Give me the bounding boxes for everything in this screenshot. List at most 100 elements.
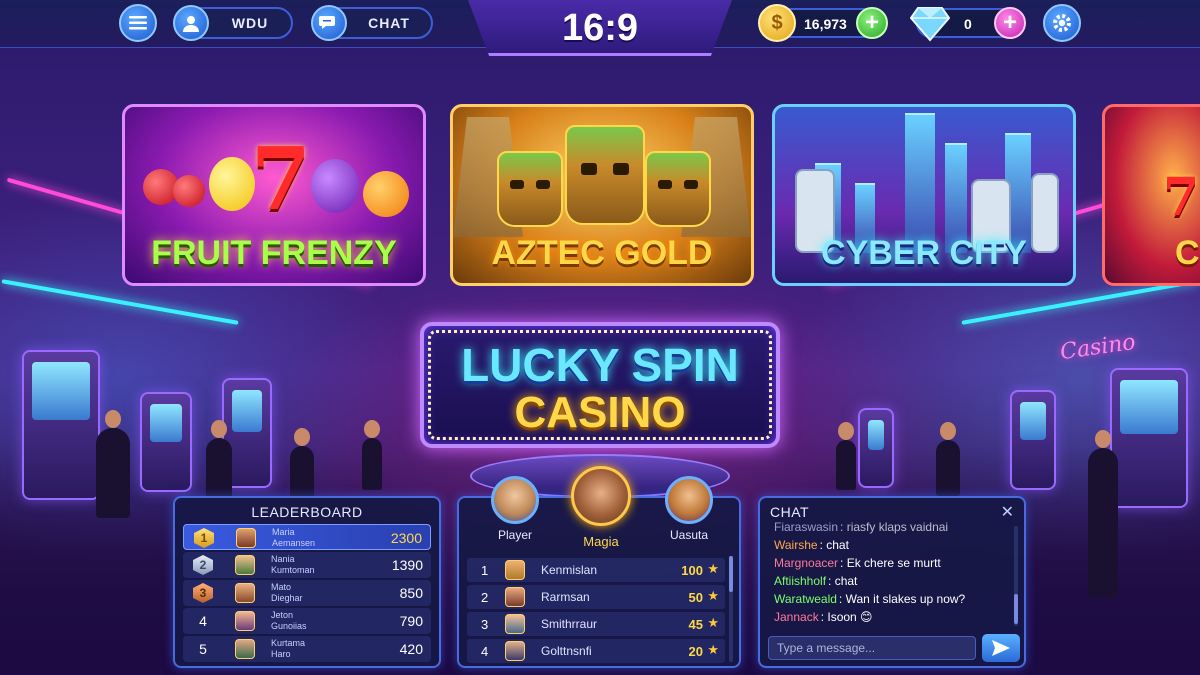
add-gems-button[interactable]: +: [994, 7, 1026, 39]
game-card-fruit-frenzy[interactable]: 7 FRUIT FRENZY: [122, 104, 426, 286]
ranking-row[interactable]: 3 Smithrraur 45 ★: [467, 612, 725, 636]
leaderboard-row[interactable]: 5 Kurtama Haro 420: [183, 636, 431, 662]
player-score: 2300: [390, 530, 422, 546]
logo-line-1: LUCKY SPIN: [461, 339, 739, 391]
leaderboard-row[interactable]: 4 Jeton Gunoiias 790: [183, 608, 431, 634]
scrollbar-thumb[interactable]: [729, 556, 733, 592]
menu-icon: [129, 16, 147, 30]
game-card-partial[interactable]: 7 CI: [1102, 104, 1200, 286]
player-score: 50: [688, 590, 703, 605]
leaderboard-row[interactable]: 2 Nania Kumtoman 1390: [183, 552, 431, 578]
avatar: [505, 587, 525, 607]
player-name: Kenmislan: [541, 563, 598, 577]
player-score: 20: [688, 644, 703, 659]
close-icon[interactable]: ✕: [1001, 502, 1014, 522]
ranking-row[interactable]: 2 Rarmsan 50 ★: [467, 585, 725, 609]
tribal-mask-icon: [565, 125, 645, 225]
player-name: Nania Kumtoman: [271, 554, 315, 575]
rank-number: 3: [481, 617, 489, 632]
chat-username: Waratweald: [774, 592, 837, 606]
rank-number: 5: [199, 641, 207, 657]
player-name: Mato Dieghar: [271, 582, 303, 603]
chat-text: : chat: [828, 574, 858, 588]
profile-button[interactable]: WDU: [173, 5, 293, 41]
player-name: Kurtama Haro: [271, 638, 306, 659]
neon-strip: [961, 279, 1199, 325]
chat-username: Fiaraswasin: [774, 520, 839, 534]
aspect-ratio-banner: 16:9: [468, 0, 732, 56]
rank-number: 1: [481, 563, 489, 578]
scrollbar-thumb[interactable]: [1014, 594, 1018, 624]
orange-icon: [363, 171, 409, 217]
player-name: Magia: [583, 534, 619, 549]
slot-machine: [1010, 390, 1056, 490]
chat-username: Jannack: [774, 610, 819, 624]
star-icon: ★: [707, 642, 719, 657]
avatar[interactable]: [571, 466, 631, 526]
casino-patron: [96, 410, 130, 518]
add-coins-button[interactable]: +: [856, 7, 888, 39]
avatar: [505, 614, 525, 634]
chat-button-label: CHAT: [368, 15, 410, 31]
ranking-row[interactable]: 1 Kenmislan 100 ★: [467, 558, 725, 582]
player-name: Smithrraur: [541, 617, 598, 631]
avatar: [235, 583, 255, 603]
game-title: AZTEC GOLD: [491, 234, 713, 272]
chat-message: Aftiishholf: chat: [774, 574, 857, 588]
send-button[interactable]: [982, 634, 1020, 662]
casino-patron: [362, 420, 382, 490]
player-score: 45: [688, 617, 703, 632]
avatar[interactable]: [491, 476, 539, 524]
leaderboard-row[interactable]: 1 Maria Aemansen 2300: [183, 524, 431, 550]
user-icon: [173, 5, 209, 41]
chat-button[interactable]: CHAT: [311, 5, 433, 41]
chat-text: : Wan it slakes up now?: [838, 592, 966, 606]
casino-patron: [206, 420, 232, 498]
lucky-seven-icon: 7: [251, 129, 311, 230]
chat-message-input[interactable]: [768, 636, 976, 660]
game-card-cyber-city[interactable]: CYBER CITY: [772, 104, 1076, 286]
star-icon: ★: [707, 561, 719, 576]
game-card-aztec-gold[interactable]: AZTEC GOLD: [450, 104, 754, 286]
avatar[interactable]: [665, 476, 713, 524]
avatar: [235, 555, 255, 575]
gem-amount: 0: [964, 16, 972, 32]
chat-username: Wairshe: [774, 538, 818, 552]
casino-patron: [290, 428, 314, 500]
chat-text: : Ek chere se murtt: [840, 556, 941, 570]
leaderboard-row[interactable]: 3 Mato Dieghar 850: [183, 580, 431, 606]
neon-strip: [1, 279, 239, 325]
silver-medal-icon: 2: [193, 555, 213, 575]
chat-bubble-icon: [311, 5, 347, 41]
scrollbar[interactable]: [729, 556, 733, 662]
casino-patron: [836, 422, 856, 490]
players-panel: Player Magia Uasuta 1 Kenmislan 100 ★ 2 …: [457, 466, 741, 668]
game-title: CYBER CITY: [821, 234, 1027, 272]
chat-message: Fiaraswasin: riasfy klaps vaidnai: [774, 520, 948, 534]
gem-balance: 0 +: [910, 7, 1026, 42]
aspect-ratio-label: 16:9: [561, 6, 639, 49]
chat-text: : Isoon 😊: [820, 610, 873, 624]
rank-number: 4: [199, 613, 207, 629]
tribal-mask-icon: [497, 151, 563, 227]
cherry-icon: [173, 175, 205, 207]
chat-username: Margnoacer: [774, 556, 839, 570]
player-score: 100: [681, 563, 703, 578]
slot-machine: [1110, 368, 1188, 508]
settings-button[interactable]: [1043, 4, 1081, 42]
ranking-row[interactable]: 4 Golttnsnfi 20 ★: [467, 639, 725, 663]
player-name: Uasuta: [669, 528, 709, 542]
diamond-icon: [910, 7, 950, 42]
logo-line-2: CASINO: [514, 388, 686, 437]
casino-patron: [936, 422, 960, 496]
coin-balance: $ 16,973 +: [758, 4, 888, 42]
avatar: [505, 560, 525, 580]
menu-button[interactable]: [119, 4, 157, 42]
rank-number: 2: [481, 590, 489, 605]
lucky-seven-icon: 7: [1163, 167, 1200, 228]
bronze-medal-icon: 3: [193, 583, 213, 603]
casino-logo: LUCKY SPIN CASINO: [420, 322, 780, 448]
chat-panel: CHAT ✕ Fiaraswasin: riasfy klaps vaidnai…: [758, 496, 1026, 668]
chat-scrollbar[interactable]: [1014, 526, 1018, 626]
avatar: [235, 611, 255, 631]
